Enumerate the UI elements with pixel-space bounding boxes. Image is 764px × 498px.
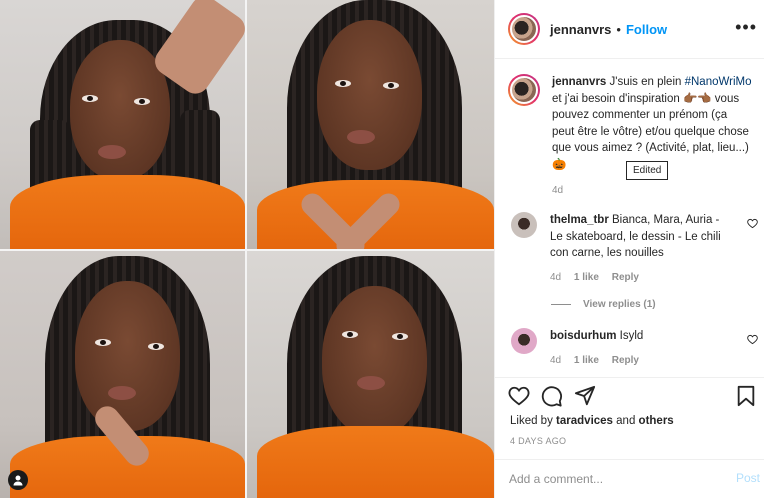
share-icon[interactable] <box>574 385 598 409</box>
user-tag-icon[interactable] <box>8 470 28 490</box>
post-header: jennanvrs • Follow ••• <box>495 0 764 59</box>
comment-time[interactable]: 4d <box>550 355 561 366</box>
liked-by-and: and <box>616 415 636 427</box>
more-options-icon[interactable]: ••• <box>735 18 757 36</box>
comment-username[interactable]: thelma_tbr <box>550 214 609 226</box>
add-comment-bar: Post <box>495 459 764 498</box>
comment-heart-icon[interactable] <box>747 334 758 348</box>
photo-tile-2 <box>247 0 494 249</box>
view-replies-button[interactable]: View replies (1) <box>551 299 656 310</box>
commenter-avatar[interactable] <box>511 328 537 354</box>
photo-tile-4 <box>247 251 494 498</box>
caption-avatar[interactable] <box>508 74 540 106</box>
comment-likes[interactable]: 1 like <box>574 355 599 366</box>
author-username[interactable]: jennanvrs <box>550 22 611 37</box>
liked-by-prefix: Liked by <box>510 415 553 427</box>
comment-item: boisdurhum Isyld 4d 1 like Reply <box>508 328 758 369</box>
liked-by-text: Liked by taradvices and others <box>510 415 674 427</box>
caption-time[interactable]: 4d <box>552 183 752 200</box>
post-photo[interactable] <box>0 0 494 498</box>
author-avatar[interactable] <box>508 13 540 45</box>
post-actions: Liked by taradvices and others 4 DAYS AG… <box>495 377 764 459</box>
reply-button[interactable]: Reply <box>612 355 639 366</box>
follow-button[interactable]: Follow <box>626 22 667 37</box>
post-comment-button[interactable]: Post <box>736 471 760 485</box>
caption-text-start: J'suis en plein <box>609 76 682 88</box>
post-sidebar: jennanvrs • Follow ••• jennanvrs J'suis … <box>494 0 764 498</box>
photo-tile-3 <box>0 251 245 498</box>
caption-text-end: et j'ai besoin d'inspiration 👉🏾👈🏾 vous p… <box>552 92 749 171</box>
edited-tooltip: Edited <box>626 161 669 180</box>
liked-by-others[interactable]: others <box>639 415 674 427</box>
photo-tile-1 <box>0 0 245 249</box>
heart-icon[interactable] <box>508 385 532 409</box>
reply-button[interactable]: Reply <box>612 272 639 283</box>
add-comment-input[interactable] <box>509 470 709 488</box>
bookmark-icon[interactable] <box>736 385 760 409</box>
caption-username[interactable]: jennanvrs <box>552 76 606 88</box>
comment-time[interactable]: 4d <box>550 272 561 283</box>
comment-icon[interactable] <box>541 385 565 409</box>
separator-dot: • <box>616 21 621 37</box>
post-caption: jennanvrs J'suis en plein #NanoWriMo et … <box>508 74 758 200</box>
liked-by-user[interactable]: taradvices <box>556 415 613 427</box>
comment-text: Isyld <box>619 330 644 342</box>
comment-item: thelma_tbr Bianca, Mara, Auria - Le skat… <box>508 212 758 286</box>
comment-heart-icon[interactable] <box>747 218 758 232</box>
commenter-avatar[interactable] <box>511 212 537 238</box>
caption-hashtag[interactable]: #NanoWriMo <box>685 76 752 88</box>
view-replies-label[interactable]: View replies (1) <box>583 299 656 310</box>
comment-username[interactable]: boisdurhum <box>550 330 616 342</box>
comments-list[interactable]: jennanvrs J'suis en plein #NanoWriMo et … <box>495 60 764 376</box>
post-date[interactable]: 4 DAYS AGO <box>510 436 566 446</box>
comment-likes[interactable]: 1 like <box>574 272 599 283</box>
